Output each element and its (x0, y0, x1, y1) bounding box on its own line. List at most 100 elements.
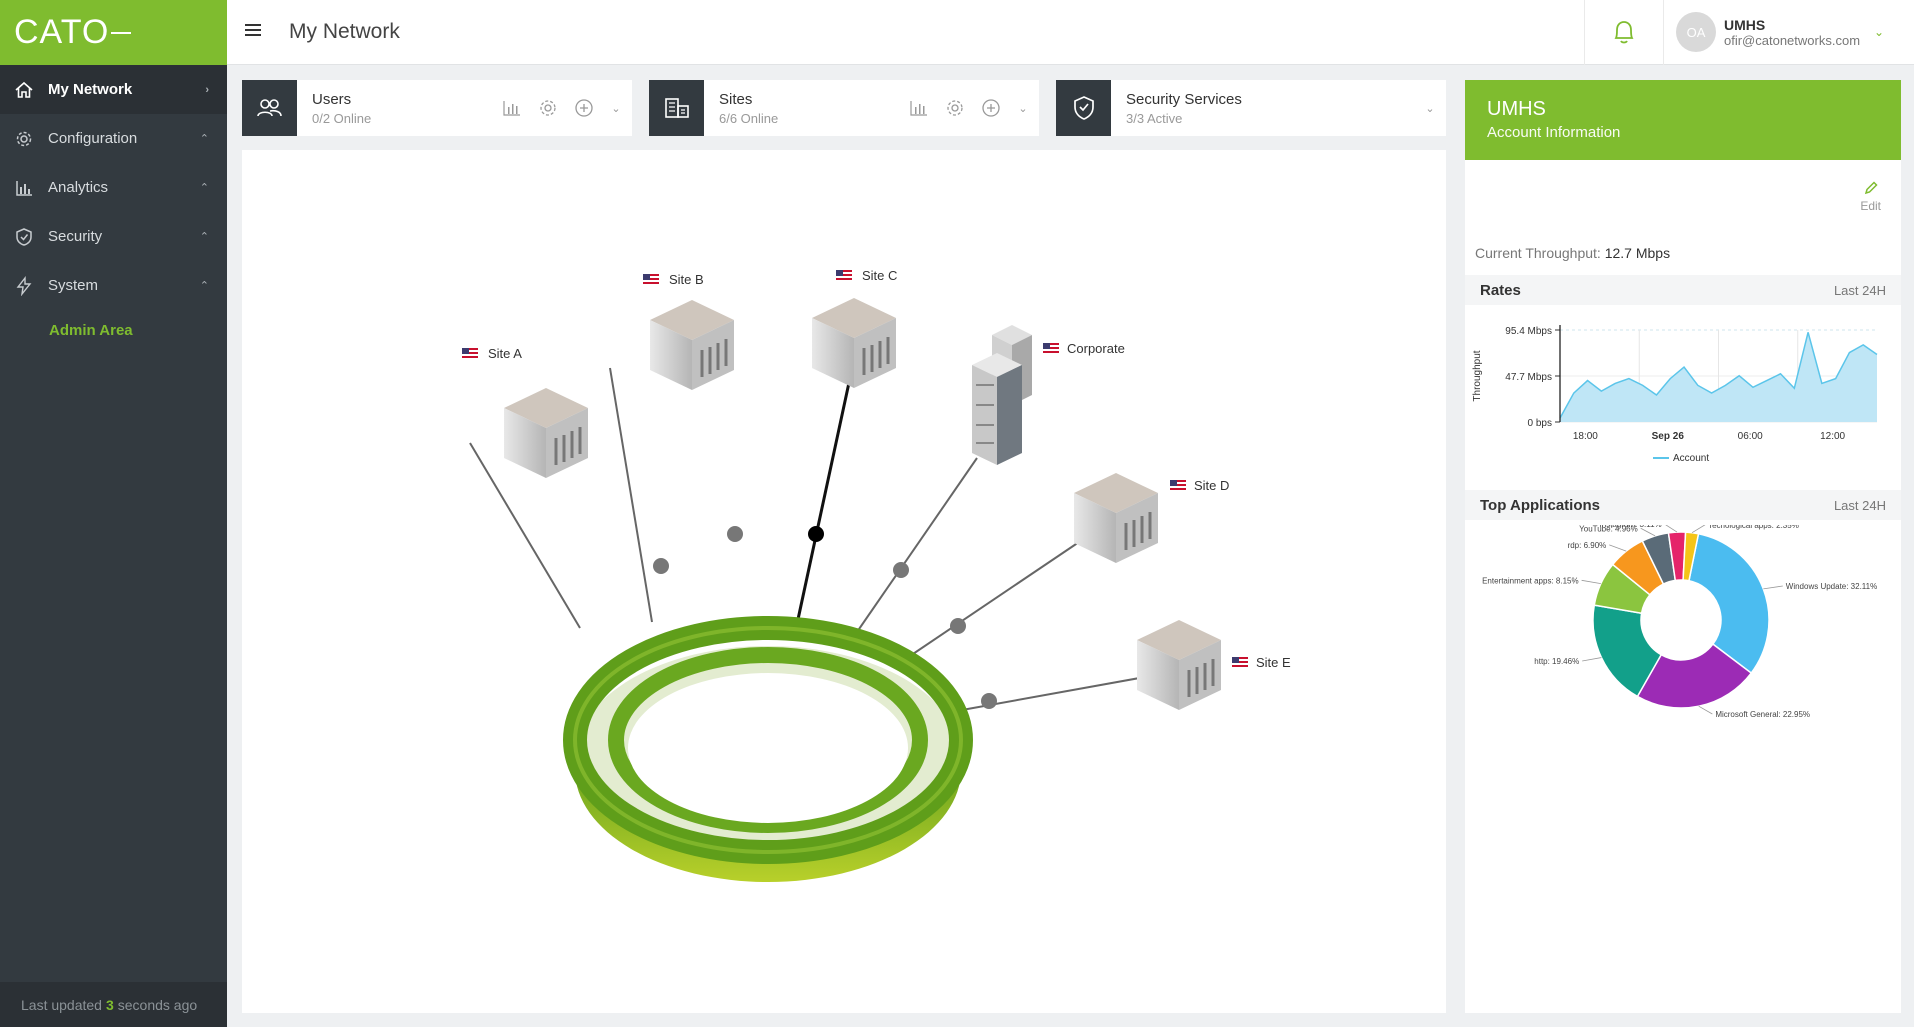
sidebar-item-analytics[interactable]: Analytics ⌃ (0, 163, 227, 212)
top-applications-chart[interactable]: Windows Update: 32.11% Microsoft General:… (1465, 525, 1901, 725)
site-label-text: Site A (488, 346, 522, 361)
sites-expand-chevron-icon[interactable]: ⌄ (1015, 102, 1031, 115)
pie-label-leader (1698, 705, 1713, 715)
sidebar-item-security[interactable]: Security ⌃ (0, 212, 227, 261)
link-node-site-c[interactable] (808, 526, 824, 542)
site-a-building[interactable] (504, 388, 588, 478)
link-site-a[interactable] (469, 442, 581, 629)
shield-check-icon (1056, 80, 1111, 136)
site-c-building[interactable] (812, 298, 896, 388)
plus-circle-icon (575, 99, 593, 117)
sidebar-item-configuration[interactable]: Configuration ⌃ (0, 114, 227, 163)
hamburger-menu-icon[interactable] (245, 22, 285, 43)
cato-logo[interactable]: CATO (0, 0, 227, 65)
y-axis-label: Throughput (1472, 350, 1483, 401)
sites-settings-button[interactable] (943, 96, 967, 120)
sites-card-text: Sites 6/6 Online (719, 91, 907, 126)
users-settings-button[interactable] (536, 96, 560, 120)
link-site-d[interactable] (906, 537, 1086, 659)
sites-add-button[interactable] (979, 96, 1003, 120)
link-site-c[interactable] (795, 377, 852, 625)
users-expand-chevron-icon[interactable]: ⌄ (608, 102, 624, 115)
sidebar-item-label: System (48, 277, 99, 294)
sidebar: CATO My Network › Configuration ⌃ Analyt… (0, 0, 227, 1027)
link-node-corporate[interactable] (893, 562, 909, 578)
sites-card[interactable]: Sites 6/6 Online ⌄ (649, 80, 1039, 136)
site-b-building[interactable] (650, 300, 734, 390)
avatar: OA (1676, 12, 1716, 52)
users-analytics-button[interactable] (500, 96, 524, 120)
throughput-value: 12.7 Mbps (1604, 245, 1671, 261)
rates-range: Last 24H (1833, 282, 1886, 298)
link-node-site-d[interactable] (950, 618, 966, 634)
x-tick-label: 18:00 (1573, 431, 1598, 442)
last-updated-suffix: seconds ago (117, 996, 198, 1013)
site-e-label[interactable]: Site E (1232, 655, 1291, 670)
us-flag-icon (836, 270, 852, 281)
pie-label: rdp: 6.90% (1568, 541, 1607, 550)
site-label-text: Site E (1256, 655, 1291, 670)
sidebar-item-label: Configuration (48, 130, 138, 147)
account-panel-header: UMHS Account Information (1465, 80, 1901, 160)
security-services-card[interactable]: Security Services 3/3 Active ⌄ (1056, 80, 1446, 136)
site-c-label[interactable]: Site C (836, 268, 897, 283)
account-info-panel: UMHS Account Information Edit Current Th… (1465, 80, 1901, 1013)
legend-label: Account (1673, 453, 1709, 464)
gear-icon (947, 100, 963, 116)
chevron-down-icon: ⌄ (1873, 25, 1884, 39)
logo-text: CATO (14, 13, 110, 51)
bar-chart-icon (503, 101, 520, 116)
sidebar-item-label: Analytics (48, 179, 109, 196)
top-applications-title: Top Applications (1480, 496, 1600, 514)
pie-label-leader (1640, 527, 1656, 537)
sidebar-item-my-network[interactable]: My Network › (0, 65, 227, 114)
current-throughput: Current Throughput: 12.7 Mbps (1475, 245, 1670, 261)
users-card[interactable]: Users 0/2 Online ⌄ (242, 80, 632, 136)
rates-chart[interactable]: Throughput 95.4 Mbps 47.7 Mbps 0 bps 18:00 Se… (1465, 310, 1901, 490)
account-name: UMHS (1487, 98, 1546, 120)
users-add-button[interactable] (572, 96, 596, 120)
user-menu[interactable]: OA UMHS ofir@catonetworks.com ⌄ (1664, 12, 1914, 52)
site-e-building[interactable] (1137, 620, 1221, 710)
security-services-title: Security Services (1126, 90, 1242, 108)
last-updated-value: 3 (105, 996, 114, 1013)
top-applications-range: Last 24H (1833, 497, 1886, 513)
plus-circle-icon (982, 99, 1000, 117)
link-node-site-b[interactable] (727, 526, 743, 542)
pie-slice[interactable] (1688, 532, 1770, 675)
sites-online-count: 6/6 Online (719, 110, 779, 126)
users-card-text: Users 0/2 Online (312, 91, 500, 126)
users-actions: ⌄ (500, 96, 624, 120)
top-applications-header: Top Applications Last 24H (1465, 490, 1901, 520)
site-b-label[interactable]: Site B (643, 272, 704, 287)
top-header: My Network OA UMHS ofir@catonetworks.com… (227, 0, 1914, 65)
link-site-b[interactable] (609, 367, 653, 623)
site-d-building[interactable] (1074, 473, 1158, 563)
cato-cloud-ring[interactable] (563, 616, 973, 882)
chevron-up-icon: ⌃ (199, 182, 209, 194)
security-expand-chevron-icon[interactable]: ⌄ (1422, 102, 1438, 115)
corporate-label[interactable]: Corporate (1043, 341, 1125, 356)
rates-title: Rates (1480, 281, 1521, 299)
link-node-site-a[interactable] (653, 558, 669, 574)
corporate-datacenter[interactable] (972, 325, 1032, 465)
user-info: UMHS ofir@catonetworks.com (1724, 17, 1860, 48)
sites-analytics-button[interactable] (907, 96, 931, 120)
sidebar-item-system[interactable]: System ⌃ (0, 261, 227, 310)
sidebar-nav: My Network › Configuration ⌃ Analytics ⌃… (0, 65, 227, 310)
x-tick-label: Sep 26 (1652, 431, 1685, 442)
sites-actions: ⌄ (907, 96, 1031, 120)
home-icon (12, 78, 36, 102)
users-title: Users (312, 90, 352, 108)
us-flag-icon (1043, 343, 1059, 354)
notifications-button[interactable] (1584, 0, 1664, 65)
link-node-site-e[interactable] (981, 693, 997, 709)
admin-area-link[interactable]: Admin Area (0, 310, 227, 339)
us-flag-icon (1170, 480, 1186, 491)
pie-label-leader (1691, 525, 1706, 534)
link-corporate[interactable] (856, 457, 978, 633)
site-a-label[interactable]: Site A (462, 346, 522, 361)
site-d-label[interactable]: Site D (1170, 478, 1229, 493)
bar-chart-icon (910, 101, 927, 116)
edit-button[interactable]: Edit (1860, 180, 1881, 213)
